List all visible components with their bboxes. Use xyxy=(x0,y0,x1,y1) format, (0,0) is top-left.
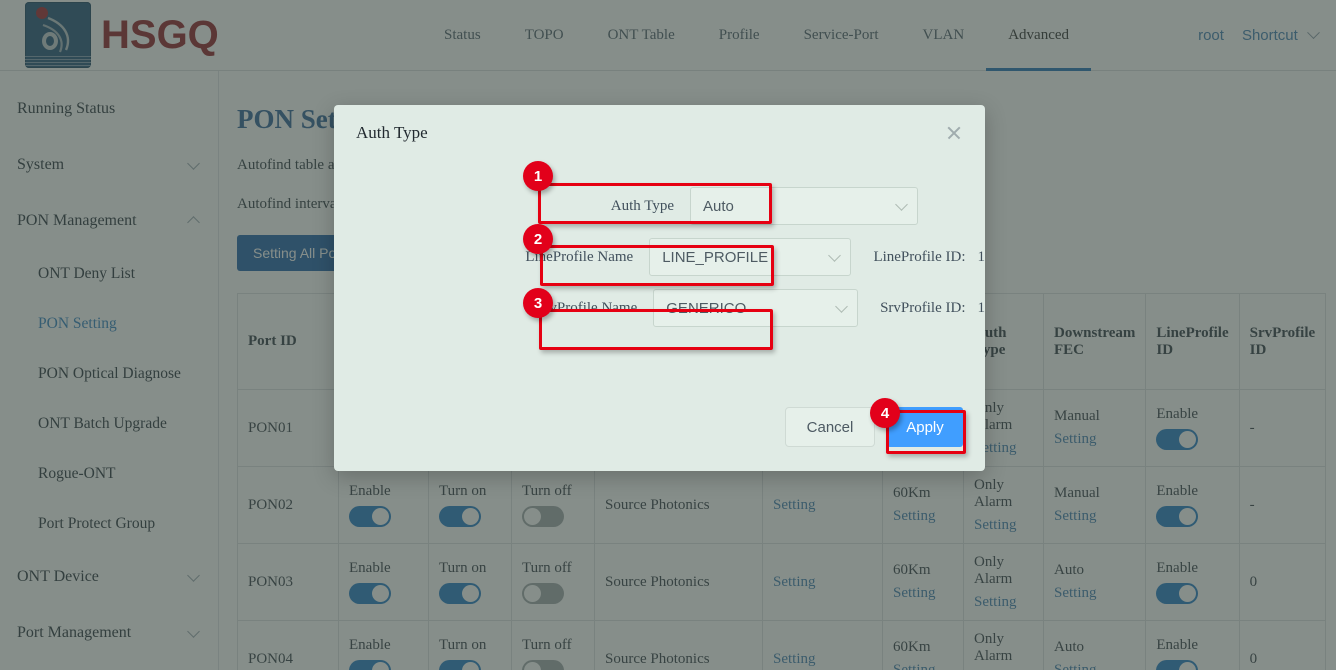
srvprofile-name-select[interactable]: GENERICO xyxy=(653,289,858,327)
lineprofile-id-info: LineProfile ID: 1 xyxy=(873,249,985,266)
chevron-down-icon xyxy=(829,249,842,262)
lineprofile-id-label: LineProfile ID: xyxy=(873,249,965,265)
srvprofile-name-value: GENERICO xyxy=(666,300,746,317)
step-badge-3: 3 xyxy=(523,288,553,318)
dialog-title: Auth Type xyxy=(356,123,428,143)
srvprofile-id-value: 1 xyxy=(978,300,986,316)
step-badge-4: 4 xyxy=(870,398,900,428)
srvprofile-id-info: SrvProfile ID: 1 xyxy=(880,300,985,317)
dialog-header: Auth Type xyxy=(334,105,985,161)
lineprofile-name-row: LineProfile Name LINE_PROFILE LineProfil… xyxy=(334,238,985,276)
auth-type-value: Auto xyxy=(703,198,734,215)
close-icon[interactable] xyxy=(943,122,965,144)
app-root: HSGQ Status TOPO ONT Table Profile Servi… xyxy=(0,0,1336,670)
step-badge-2: 2 xyxy=(523,224,553,254)
lineprofile-name-value: LINE_PROFILE xyxy=(662,249,768,266)
lineprofile-name-select[interactable]: LINE_PROFILE xyxy=(649,238,851,276)
srvprofile-name-label: SrvProfile Name xyxy=(354,300,653,317)
lineprofile-name-label: LineProfile Name xyxy=(354,249,649,266)
cancel-button[interactable]: Cancel xyxy=(785,407,875,447)
auth-type-select[interactable]: Auto xyxy=(690,187,918,225)
srvprofile-id-label: SrvProfile ID: xyxy=(880,300,965,316)
srvprofile-name-row: SrvProfile Name GENERICO SrvProfile ID: 1 xyxy=(334,289,985,327)
auth-type-label: Auth Type xyxy=(354,198,690,215)
lineprofile-id-value: 1 xyxy=(978,249,986,265)
chevron-down-icon xyxy=(895,198,908,211)
step-badge-1: 1 xyxy=(523,161,553,191)
chevron-down-icon xyxy=(835,300,848,313)
auth-type-row: Auth Type Auto xyxy=(334,187,985,225)
